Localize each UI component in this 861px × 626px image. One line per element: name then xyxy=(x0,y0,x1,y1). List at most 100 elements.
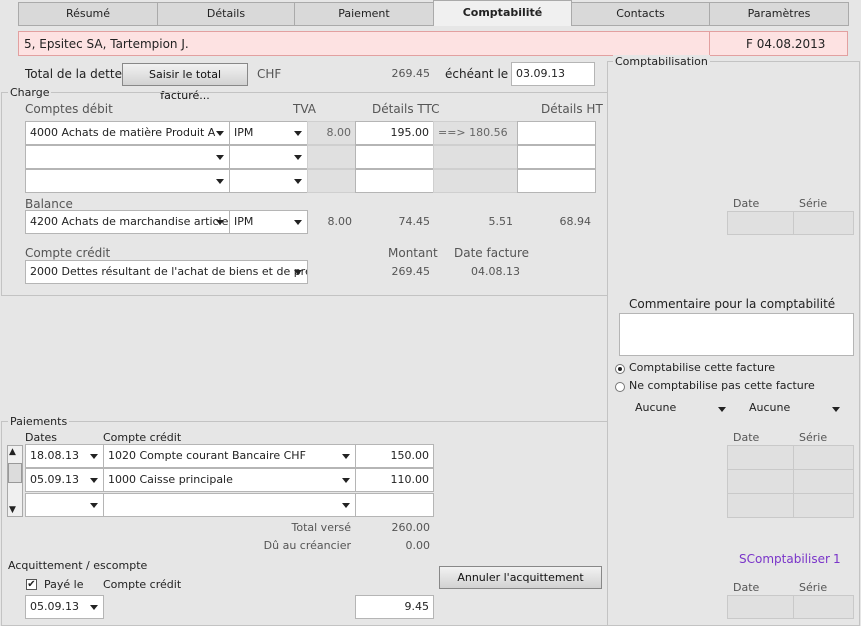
credit-amount: 269.45 xyxy=(391,265,431,278)
payment-account-value: 1000 Caisse principale xyxy=(108,473,233,486)
series-cell xyxy=(793,211,854,235)
col-credit-account: Compte crédit xyxy=(103,431,182,444)
paid-label: Payé le xyxy=(44,578,84,591)
payment-date-value: 18.08.13 xyxy=(30,449,79,462)
series-col-label: Série xyxy=(799,197,828,210)
scroll-up-icon[interactable]: ▲ xyxy=(9,445,16,459)
series-col-label: Série xyxy=(799,431,828,444)
ht-conversion xyxy=(433,145,518,169)
tab-parametres[interactable]: Paramètres xyxy=(709,2,849,26)
vat-rate: 8.00 xyxy=(307,121,356,145)
payment-date-select[interactable]: 18.08.13 xyxy=(25,444,104,468)
post-invoice-label: Comptabilise cette facture xyxy=(629,361,776,374)
balance-ht: 68.94 xyxy=(559,215,592,228)
due-to-creditor: 0.00 xyxy=(405,539,431,552)
total-paid: 260.00 xyxy=(391,521,431,534)
balance-account-select[interactable]: 4200 Achats de marchandise article xyxy=(25,210,230,234)
ttc-amount-field[interactable] xyxy=(355,145,434,169)
invoice-date: 04.08.13 xyxy=(471,265,520,278)
chevron-down-icon xyxy=(294,270,302,275)
settlement-credit-label: Compte crédit xyxy=(103,578,182,591)
chevron-down-icon xyxy=(294,131,302,136)
chevron-down-icon xyxy=(216,155,224,160)
chevron-down-icon xyxy=(832,407,840,412)
ht-conversion: ==> 180.56 xyxy=(433,121,518,145)
paid-checkbox[interactable]: ✔ xyxy=(26,579,37,590)
tab-paiement[interactable]: Paiement xyxy=(294,2,434,26)
balance-ttc: 74.45 xyxy=(398,215,431,228)
chevron-down-icon xyxy=(216,179,224,184)
posting-select-2[interactable]: Aucune xyxy=(745,400,845,418)
debit-account-select[interactable] xyxy=(25,145,230,169)
payment-date-select[interactable] xyxy=(25,493,104,517)
posting-select-2-value: Aucune xyxy=(749,401,791,414)
scomptabiliser-link[interactable]: SComptabiliser xyxy=(739,552,830,566)
series-cell xyxy=(793,493,854,518)
date-cell xyxy=(727,445,794,470)
payment-amount-field[interactable]: 110.00 xyxy=(355,468,434,492)
chevron-down-icon xyxy=(718,407,726,412)
enter-total-button[interactable]: Saisir le total facturé... xyxy=(122,63,248,102)
vat-rate xyxy=(307,169,356,193)
date-col-label: Date xyxy=(733,581,760,594)
chevron-down-icon xyxy=(90,478,98,483)
ttc-amount-field[interactable]: 195.00 xyxy=(355,121,434,145)
payment-account-value: 1020 Compte courant Bancaire CHF xyxy=(108,449,306,462)
vat-code-select[interactable] xyxy=(229,169,308,193)
ttc-amount-field[interactable] xyxy=(355,169,434,193)
date-cell xyxy=(727,211,794,235)
cancel-settlement-button[interactable]: Annuler l'acquittement xyxy=(439,566,602,589)
debt-label: Total de la dette xyxy=(25,67,122,81)
balance-account-value: 4200 Achats de marchandise article xyxy=(30,215,229,228)
series-col-label: Série xyxy=(799,581,828,594)
payment-account-select[interactable] xyxy=(103,493,356,517)
tab-resume[interactable]: Résumé xyxy=(18,2,158,26)
payment-account-select[interactable]: 1020 Compte courant Bancaire CHF xyxy=(103,444,356,468)
due-label: échéant le xyxy=(445,67,509,81)
total-paid-label: Total versé xyxy=(291,521,352,534)
series-cell xyxy=(793,595,854,619)
ht-amount-field[interactable] xyxy=(517,169,596,193)
payment-account-select[interactable]: 1000 Caisse principale xyxy=(103,468,356,492)
debt-amount: 269.45 xyxy=(391,67,431,80)
tab-comptabilite[interactable]: Comptabilité xyxy=(433,0,572,26)
comment-label: Commentaire pour la comptabilité xyxy=(629,297,836,311)
due-date-field[interactable]: 03.09.13 xyxy=(511,62,595,86)
scroll-down-icon[interactable]: ▼ xyxy=(9,503,16,517)
vat-code-value: IPM xyxy=(234,126,254,139)
chevron-down-icon xyxy=(90,605,98,610)
col-dates: Dates xyxy=(25,431,58,444)
vat-code-select[interactable]: IPM xyxy=(229,121,308,145)
posting-select-1[interactable]: Aucune xyxy=(631,400,731,418)
ht-amount-field[interactable] xyxy=(517,145,596,169)
scroll-thumb[interactable] xyxy=(8,463,22,483)
chevron-down-icon xyxy=(216,131,224,136)
comment-textarea[interactable] xyxy=(619,313,854,356)
supplier-name: 5, Epsitec SA, Tartempion J. xyxy=(24,37,189,51)
vat-rate xyxy=(307,145,356,169)
debit-account-select[interactable]: 4000 Achats de matière Produit A xyxy=(25,121,230,145)
balance-vat-select[interactable]: IPM xyxy=(229,210,308,234)
col-ttc: Détails TTC xyxy=(372,102,440,116)
tab-details[interactable]: Détails xyxy=(157,2,295,26)
ht-amount-field[interactable] xyxy=(517,121,596,145)
debit-account-select[interactable] xyxy=(25,169,230,193)
vat-code-select[interactable] xyxy=(229,145,308,169)
payment-date-value: 05.09.13 xyxy=(30,473,79,486)
date-cell xyxy=(727,469,794,494)
settlement-date-select[interactable]: 05.09.13 xyxy=(25,595,104,619)
settlement-date-value: 05.09.13 xyxy=(30,600,79,613)
invoice-date-label: Date facture xyxy=(454,246,530,260)
no-post-invoice-radio[interactable] xyxy=(615,382,625,392)
post-invoice-radio[interactable] xyxy=(615,364,625,374)
tab-contacts[interactable]: Contacts xyxy=(571,2,710,26)
credit-account-select[interactable]: 2000 Dettes résultant de l'achat de bien… xyxy=(25,260,308,284)
credit-account-label: Compte crédit xyxy=(25,246,111,260)
settlement-amount-field[interactable]: 9.45 xyxy=(355,595,434,619)
payment-amount-field[interactable] xyxy=(355,493,434,517)
payment-date-select[interactable]: 05.09.13 xyxy=(25,468,104,492)
col-vat: TVA xyxy=(293,102,316,116)
no-post-invoice-label: Ne comptabilise pas cette facture xyxy=(629,379,815,392)
series-cell xyxy=(793,445,854,470)
payment-amount-field[interactable]: 150.00 xyxy=(355,444,434,468)
